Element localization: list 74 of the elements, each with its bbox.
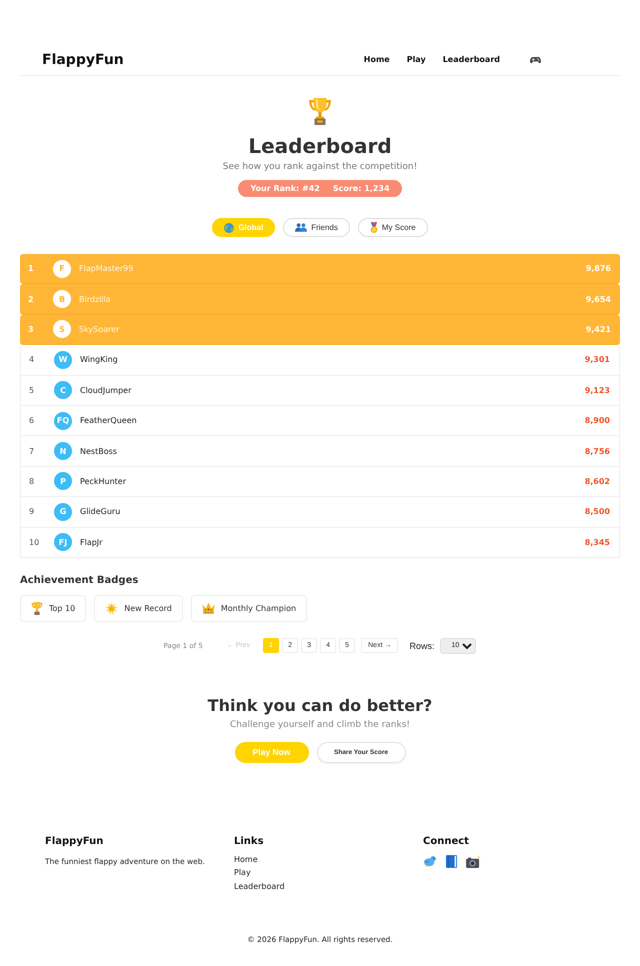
player-score: 9,876	[586, 264, 611, 274]
player-score: 8,602	[584, 476, 610, 486]
player-name: WingKing	[80, 355, 119, 364]
people-icon	[295, 223, 308, 232]
nav-link[interactable]: Home	[364, 55, 390, 64]
gamepad-icon	[530, 56, 541, 64]
crown-icon	[202, 602, 215, 614]
badge-label: Monthly Champion	[220, 604, 296, 613]
footer-heading: Links	[234, 834, 264, 848]
nav-link[interactable]: Play	[406, 55, 426, 64]
rank-text: Your Rank: #42	[250, 184, 320, 193]
badge-label: Top 10	[49, 604, 76, 613]
player-name: Birdzilla	[79, 294, 112, 304]
player-avatar: FJ	[54, 533, 72, 552]
trophy-icon	[31, 602, 43, 615]
player-name: FlapMaster99	[79, 264, 134, 274]
player-avatar: W	[54, 350, 72, 369]
page-title: Leaderboard	[248, 134, 392, 158]
nav-link[interactable]: Leaderboard	[442, 55, 500, 64]
player-name: FlapJr	[80, 538, 104, 547]
camera-icon[interactable]	[466, 854, 481, 868]
footer-link[interactable]: Play	[234, 866, 285, 880]
glowing-star-icon	[105, 602, 118, 615]
player-score: 8,756	[584, 446, 610, 456]
cta-subtitle: Challenge yourself and climb the ranks!	[230, 718, 410, 731]
player-avatar: B	[53, 290, 71, 308]
player-avatar: N	[54, 442, 72, 460]
player-avatar: FQ	[54, 412, 72, 430]
tab[interactable]: My Score	[358, 218, 428, 237]
player-avatar: F	[53, 260, 71, 278]
rank-number: 1	[28, 264, 35, 274]
medal-icon	[370, 222, 378, 233]
site-logo[interactable]: FlappyFun	[42, 52, 124, 68]
player-name: SkySoarer	[79, 324, 120, 334]
player-name: PeckHunter	[80, 476, 127, 486]
player-name: CloudJumper	[80, 386, 132, 395]
rank-number: 2	[28, 294, 35, 304]
player-avatar: S	[53, 320, 71, 338]
tab[interactable]: Friends	[283, 218, 350, 237]
player-name: NestBoss	[80, 446, 118, 456]
cta-title: Think you can do better?	[208, 696, 432, 716]
rank-number: 8	[29, 476, 36, 486]
player-score: 8,500	[584, 507, 610, 516]
rank-number: 5	[29, 386, 36, 395]
player-avatar: G	[54, 502, 72, 521]
rank-number: 7	[29, 446, 36, 456]
rank-number: 9	[29, 507, 36, 516]
player-name: FeatherQueen	[80, 416, 138, 426]
footer-heading: Connect	[423, 834, 469, 848]
player-avatar: C	[54, 381, 72, 400]
globe-icon	[224, 222, 234, 232]
player-avatar: P	[54, 472, 72, 490]
player-score: 9,301	[584, 355, 610, 364]
bird-icon[interactable]	[423, 855, 437, 868]
player-score: 9,421	[586, 324, 611, 334]
section-heading: Achievement Badges	[20, 574, 140, 587]
score-text: Score: 1,234	[332, 184, 390, 193]
trophy-icon	[308, 98, 332, 125]
rank-number: 4	[29, 355, 36, 364]
footer-link[interactable]: Leaderboard	[234, 880, 285, 894]
badge-label: New Record	[124, 604, 172, 613]
rows-label: Rows:	[409, 640, 434, 651]
player-score: 9,123	[584, 386, 610, 395]
rank-number: 10	[29, 538, 40, 547]
footer-link[interactable]: Home	[234, 852, 285, 866]
player-name: GlideGuru	[80, 507, 122, 516]
rank-number: 3	[28, 324, 35, 334]
player-score: 9,654	[586, 294, 611, 304]
rank-number: 6	[29, 416, 36, 426]
footer-heading: FlappyFun	[45, 834, 104, 848]
player-score: 8,345	[584, 538, 610, 547]
player-score: 8,900	[584, 416, 610, 426]
page-subtitle: See how you rank against the competition!	[222, 161, 418, 173]
book-icon[interactable]	[446, 854, 457, 868]
